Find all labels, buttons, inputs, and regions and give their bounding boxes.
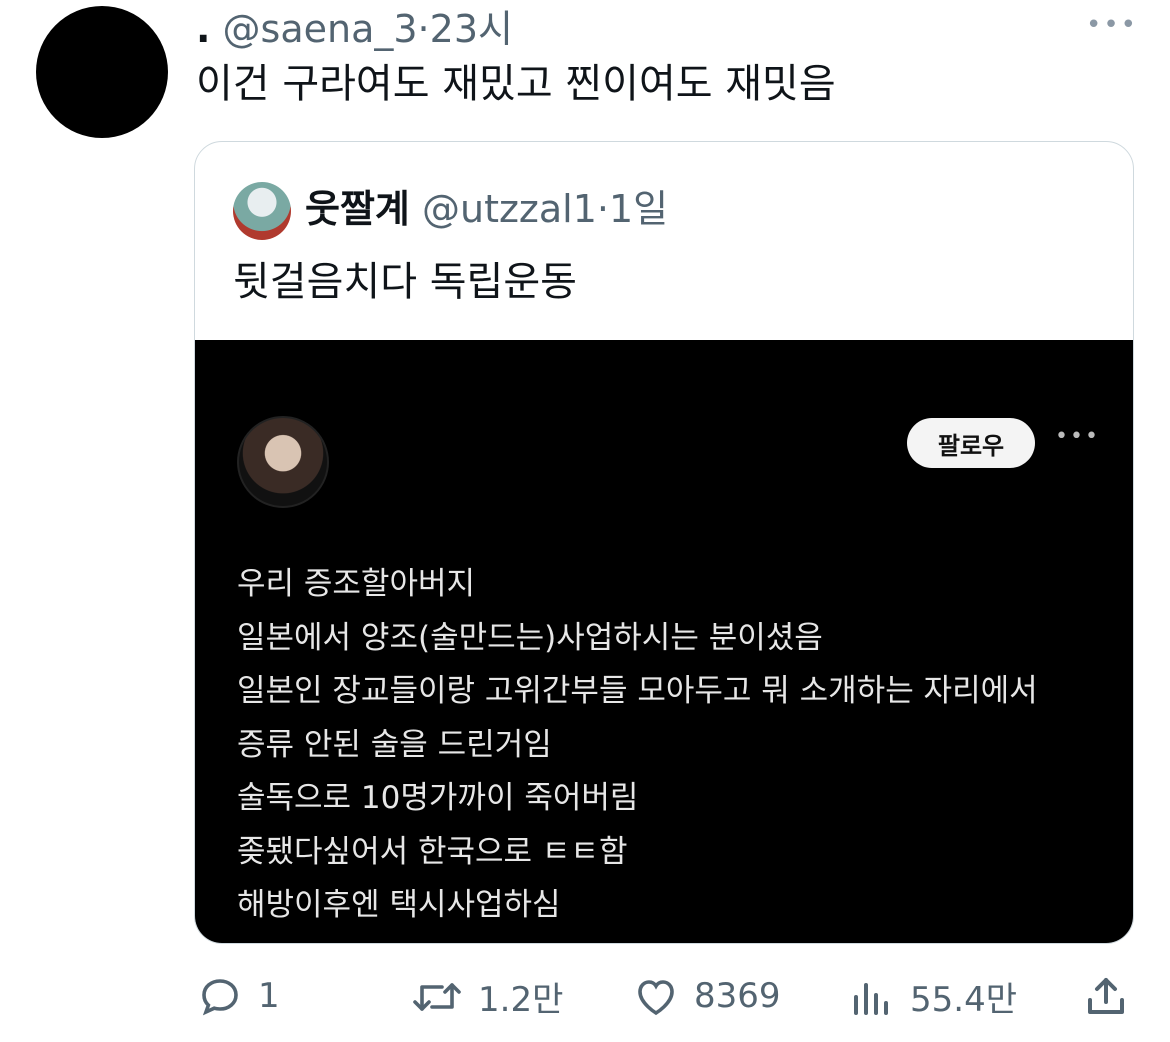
media-text-line: 증류 안된 술을 드린거임 bbox=[237, 726, 552, 763]
reply-icon bbox=[202, 979, 238, 1016]
quoted-tweet[interactable]: 웃짤계 @utzzal1·1일 뒷걸음치다 독립운동 팔로우 ••• 우리 증조… bbox=[194, 141, 1134, 944]
media-text-line: 술독으로 10명가까이 죽어버림 bbox=[237, 780, 639, 816]
views-count: 55.4만 bbox=[910, 980, 1017, 1020]
reply-count: 1 bbox=[258, 976, 280, 1016]
quoted-time: 1일 bbox=[608, 187, 669, 231]
separator-dot: · bbox=[596, 187, 609, 231]
media-text-line: 일본에서 양조(술만드는)사업하시는 분이셨음 bbox=[237, 619, 823, 656]
quoted-avatar[interactable] bbox=[233, 182, 291, 240]
quoted-author-name: 웃짤계 bbox=[305, 187, 410, 231]
more-horizontal-icon[interactable]: ••• bbox=[1086, 10, 1138, 40]
author-name[interactable]: . bbox=[196, 7, 210, 51]
like-count: 8369 bbox=[694, 976, 781, 1016]
media-text-line: 우리 증조할아버지 bbox=[237, 566, 476, 602]
tweet-header: . @saena_3·23시 bbox=[196, 6, 513, 52]
separator-dot: · bbox=[417, 7, 430, 51]
like-icon bbox=[638, 980, 674, 1016]
like-button[interactable]: 8369 bbox=[632, 972, 781, 1020]
media-text-line: 해방이후엔 택시사업하심 bbox=[237, 887, 561, 923]
tweet-text: 이건 구라여도 재밌고 찐이여도 재밋음 bbox=[196, 61, 836, 107]
media-profile-avatar bbox=[237, 416, 329, 508]
retweet-count: 1.2만 bbox=[478, 980, 564, 1020]
views-button[interactable]: 55.4만 bbox=[848, 972, 1017, 1021]
media-text: 우리 증조할아버지 일본에서 양조(술만드는)사업하시는 분이셨음 일본인 장교… bbox=[237, 558, 1038, 933]
quoted-handle: @utzzal1 bbox=[421, 187, 597, 231]
retweet-icon bbox=[413, 982, 461, 1011]
more-horizontal-icon: ••• bbox=[1055, 424, 1100, 449]
share-button[interactable] bbox=[1082, 972, 1130, 1020]
avatar[interactable] bbox=[36, 6, 168, 138]
views-icon bbox=[854, 982, 888, 1015]
share-icon bbox=[1088, 978, 1124, 1014]
reply-button[interactable]: 1 bbox=[196, 972, 280, 1020]
media-text-line: 좆됐다싶어서 한국으로 ㅌㅌ함 bbox=[237, 833, 628, 870]
media-text-line: 일본인 장교들이랑 고위간부들 모아두고 뭐 소개하는 자리에서 bbox=[237, 673, 1038, 709]
action-bar: 1 1.2만 8369 55.4만 bbox=[0, 962, 1170, 1032]
retweet-button[interactable]: 1.2만 bbox=[410, 972, 563, 1021]
media-image[interactable]: 팔로우 ••• 우리 증조할아버지 일본에서 양조(술만드는)사업하시는 분이셨… bbox=[195, 340, 1133, 943]
quoted-header: 웃짤계 @utzzal1·1일 bbox=[305, 184, 668, 234]
tweet-time[interactable]: 23시 bbox=[430, 7, 513, 51]
follow-button: 팔로우 bbox=[907, 418, 1035, 468]
quoted-text: 뒷걸음치다 독립운동 bbox=[233, 259, 577, 305]
author-handle[interactable]: @saena_3 bbox=[223, 7, 418, 51]
